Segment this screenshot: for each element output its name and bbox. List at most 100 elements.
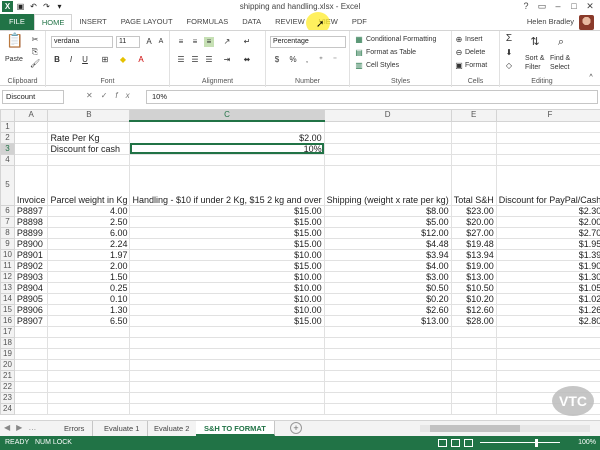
increase-font-icon[interactable]: A bbox=[144, 37, 154, 47]
cell[interactable]: $13.00 bbox=[450, 270, 497, 283]
cell[interactable] bbox=[495, 120, 600, 133]
cell[interactable] bbox=[47, 325, 131, 338]
cell[interactable] bbox=[47, 358, 131, 371]
merge-center-icon[interactable]: ⬌ bbox=[242, 55, 252, 65]
cell[interactable]: $20.00 bbox=[450, 215, 497, 228]
font-size-select[interactable]: 11 bbox=[116, 36, 140, 48]
align-bottom-icon[interactable]: ≡ bbox=[204, 37, 214, 47]
cell-styles-button[interactable]: Cell Styles bbox=[366, 62, 399, 69]
cell[interactable] bbox=[450, 131, 497, 144]
cell[interactable] bbox=[13, 369, 49, 382]
cell[interactable] bbox=[495, 336, 600, 349]
fill-color-icon[interactable]: ◆ bbox=[118, 55, 128, 65]
ribbon-display-icon[interactable]: ▭ bbox=[534, 0, 550, 13]
cell[interactable] bbox=[323, 120, 452, 133]
column-header[interactable]: C bbox=[129, 109, 325, 122]
row-header[interactable]: 8 bbox=[0, 226, 15, 239]
cell[interactable]: P8902 bbox=[13, 259, 49, 272]
sort-filter-button[interactable]: Sort & bbox=[525, 55, 544, 62]
tab-home[interactable]: HOME bbox=[33, 14, 73, 30]
cancel-icon[interactable]: ✕ bbox=[86, 91, 101, 100]
minimize-icon[interactable]: – bbox=[550, 0, 566, 13]
cell[interactable]: $0.20 bbox=[323, 292, 452, 305]
cell[interactable] bbox=[323, 153, 452, 166]
sort-filter-icon[interactable]: ⇅ bbox=[528, 37, 542, 51]
formula-input[interactable]: 10% bbox=[146, 90, 598, 104]
cell[interactable]: $28.00 bbox=[450, 314, 497, 327]
cell[interactable] bbox=[495, 369, 600, 382]
cell[interactable]: Shipping (weight x rate per kg) bbox=[323, 164, 452, 206]
help-icon[interactable]: ? bbox=[518, 0, 534, 13]
currency-button[interactable]: $ bbox=[272, 55, 282, 65]
cell[interactable] bbox=[47, 153, 131, 166]
align-middle-icon[interactable]: ≡ bbox=[190, 37, 200, 47]
row-header[interactable]: 21 bbox=[0, 369, 15, 382]
sheet-tab-evaluate-2[interactable]: Evaluate 2 bbox=[146, 421, 199, 436]
zoom-slider-thumb[interactable] bbox=[535, 439, 538, 447]
cell[interactable] bbox=[13, 380, 49, 393]
cell[interactable] bbox=[495, 153, 600, 166]
cell[interactable]: Discount for PayPal/Cash bbox=[495, 164, 600, 206]
cell[interactable]: $13.94 bbox=[450, 248, 497, 261]
cell[interactable] bbox=[450, 391, 497, 404]
row-header[interactable]: 4 bbox=[0, 153, 15, 166]
cell[interactable] bbox=[323, 325, 452, 338]
cell[interactable] bbox=[129, 402, 325, 415]
row-header[interactable]: 6 bbox=[0, 204, 15, 217]
cell[interactable] bbox=[450, 402, 497, 415]
cell[interactable] bbox=[495, 347, 600, 360]
cell[interactable]: P8903 bbox=[13, 270, 49, 283]
cell[interactable]: P8904 bbox=[13, 281, 49, 294]
zoom-level[interactable]: 100% bbox=[578, 436, 596, 450]
cell[interactable]: P8899 bbox=[13, 226, 49, 239]
cell[interactable] bbox=[47, 369, 131, 382]
cell[interactable] bbox=[129, 120, 325, 133]
cell[interactable]: $12.60 bbox=[450, 303, 497, 316]
orientation-icon[interactable]: ↗ bbox=[222, 37, 232, 47]
row-header[interactable]: 22 bbox=[0, 380, 15, 393]
row-header[interactable]: 11 bbox=[0, 259, 15, 272]
cell[interactable] bbox=[450, 120, 497, 133]
italic-button[interactable]: I bbox=[66, 55, 76, 65]
cell[interactable]: 1.50 bbox=[47, 270, 131, 283]
cell-styles-icon[interactable]: ▥ bbox=[354, 61, 364, 71]
tab-file[interactable]: FILE bbox=[0, 14, 34, 30]
cell[interactable] bbox=[13, 131, 49, 144]
cell[interactable]: $1.05 bbox=[495, 281, 600, 294]
cell[interactable] bbox=[450, 347, 497, 360]
cell[interactable]: $10.00 bbox=[129, 270, 325, 283]
cell[interactable] bbox=[495, 131, 600, 144]
comma-button[interactable]: , bbox=[302, 55, 312, 65]
find-select-button-line2[interactable]: Select bbox=[550, 64, 569, 71]
zoom-slider[interactable] bbox=[480, 442, 560, 443]
cell[interactable] bbox=[129, 380, 325, 393]
cell[interactable]: $1.90 bbox=[495, 259, 600, 272]
row-header[interactable]: 23 bbox=[0, 391, 15, 404]
cell[interactable]: $3.00 bbox=[323, 270, 452, 283]
row-header[interactable]: 12 bbox=[0, 270, 15, 283]
normal-view-icon[interactable] bbox=[438, 439, 447, 447]
cell[interactable]: $1.30 bbox=[495, 270, 600, 283]
format-as-table-button[interactable]: Format as Table bbox=[366, 49, 416, 56]
row-header[interactable]: 19 bbox=[0, 347, 15, 360]
cell[interactable]: $27.00 bbox=[450, 226, 497, 239]
font-color-icon[interactable]: A bbox=[136, 55, 146, 65]
row-header[interactable]: 18 bbox=[0, 336, 15, 349]
cell[interactable]: Total S&H bbox=[450, 164, 497, 206]
cut-icon[interactable]: ✂ bbox=[30, 35, 40, 45]
cell[interactable]: $5.00 bbox=[323, 215, 452, 228]
format-painter-icon[interactable]: 🖌 bbox=[30, 59, 40, 69]
column-header[interactable]: B bbox=[47, 109, 131, 122]
cell[interactable] bbox=[323, 380, 452, 393]
cell[interactable] bbox=[323, 402, 452, 415]
format-cells-button[interactable]: Format bbox=[465, 62, 487, 69]
cell[interactable] bbox=[13, 347, 49, 360]
cell[interactable] bbox=[323, 347, 452, 360]
align-top-icon[interactable]: ≡ bbox=[176, 37, 186, 47]
cell[interactable]: P8900 bbox=[13, 237, 49, 250]
collapse-ribbon-icon[interactable]: ^ bbox=[586, 73, 596, 83]
page-break-view-icon[interactable] bbox=[464, 439, 473, 447]
cell[interactable]: $2.70 bbox=[495, 226, 600, 239]
cell[interactable] bbox=[450, 336, 497, 349]
cell[interactable] bbox=[450, 358, 497, 371]
